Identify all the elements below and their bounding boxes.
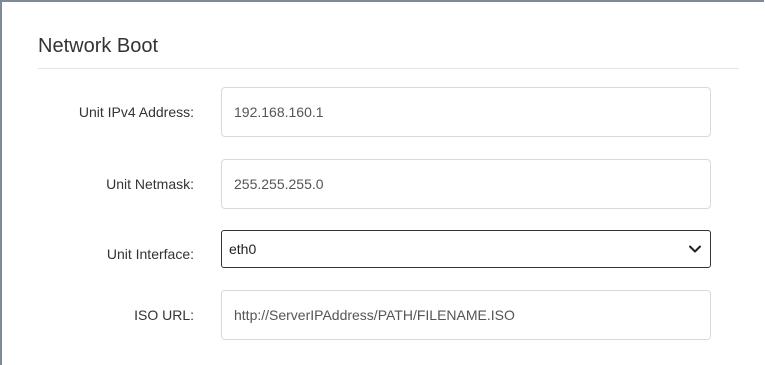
interface-select[interactable]: eth0	[221, 230, 711, 268]
network-boot-panel: Network Boot Unit IPv4 Address: 192.168.…	[0, 0, 764, 365]
ipv4-address-input[interactable]: 192.168.160.1	[221, 87, 711, 137]
ipv4-address-value: 192.168.160.1	[234, 104, 324, 120]
section-title: Network Boot	[38, 35, 159, 57]
interface-row: Unit Interface: eth0	[2, 230, 765, 282]
netmask-value: 255.255.255.0	[234, 176, 324, 192]
iso-url-input[interactable]: http://ServerIPAddress/PATH/FILENAME.ISO	[221, 290, 711, 340]
interface-selected-value: eth0	[229, 241, 257, 257]
ipv4-row: Unit IPv4 Address: 192.168.160.1	[2, 87, 765, 139]
iso-url-value: http://ServerIPAddress/PATH/FILENAME.ISO	[234, 307, 515, 323]
iso-url-row: ISO URL: http://ServerIPAddress/PATH/FIL…	[2, 290, 765, 342]
interface-label: Unit Interface:	[106, 246, 194, 262]
chevron-down-icon	[689, 245, 701, 253]
iso-url-label: ISO URL:	[134, 307, 194, 323]
netmask-row: Unit Netmask: 255.255.255.0	[2, 159, 765, 211]
netmask-input[interactable]: 255.255.255.0	[221, 159, 711, 209]
ipv4-label: Unit IPv4 Address:	[78, 104, 194, 120]
title-divider	[38, 68, 739, 69]
netmask-label: Unit Netmask:	[106, 176, 194, 192]
